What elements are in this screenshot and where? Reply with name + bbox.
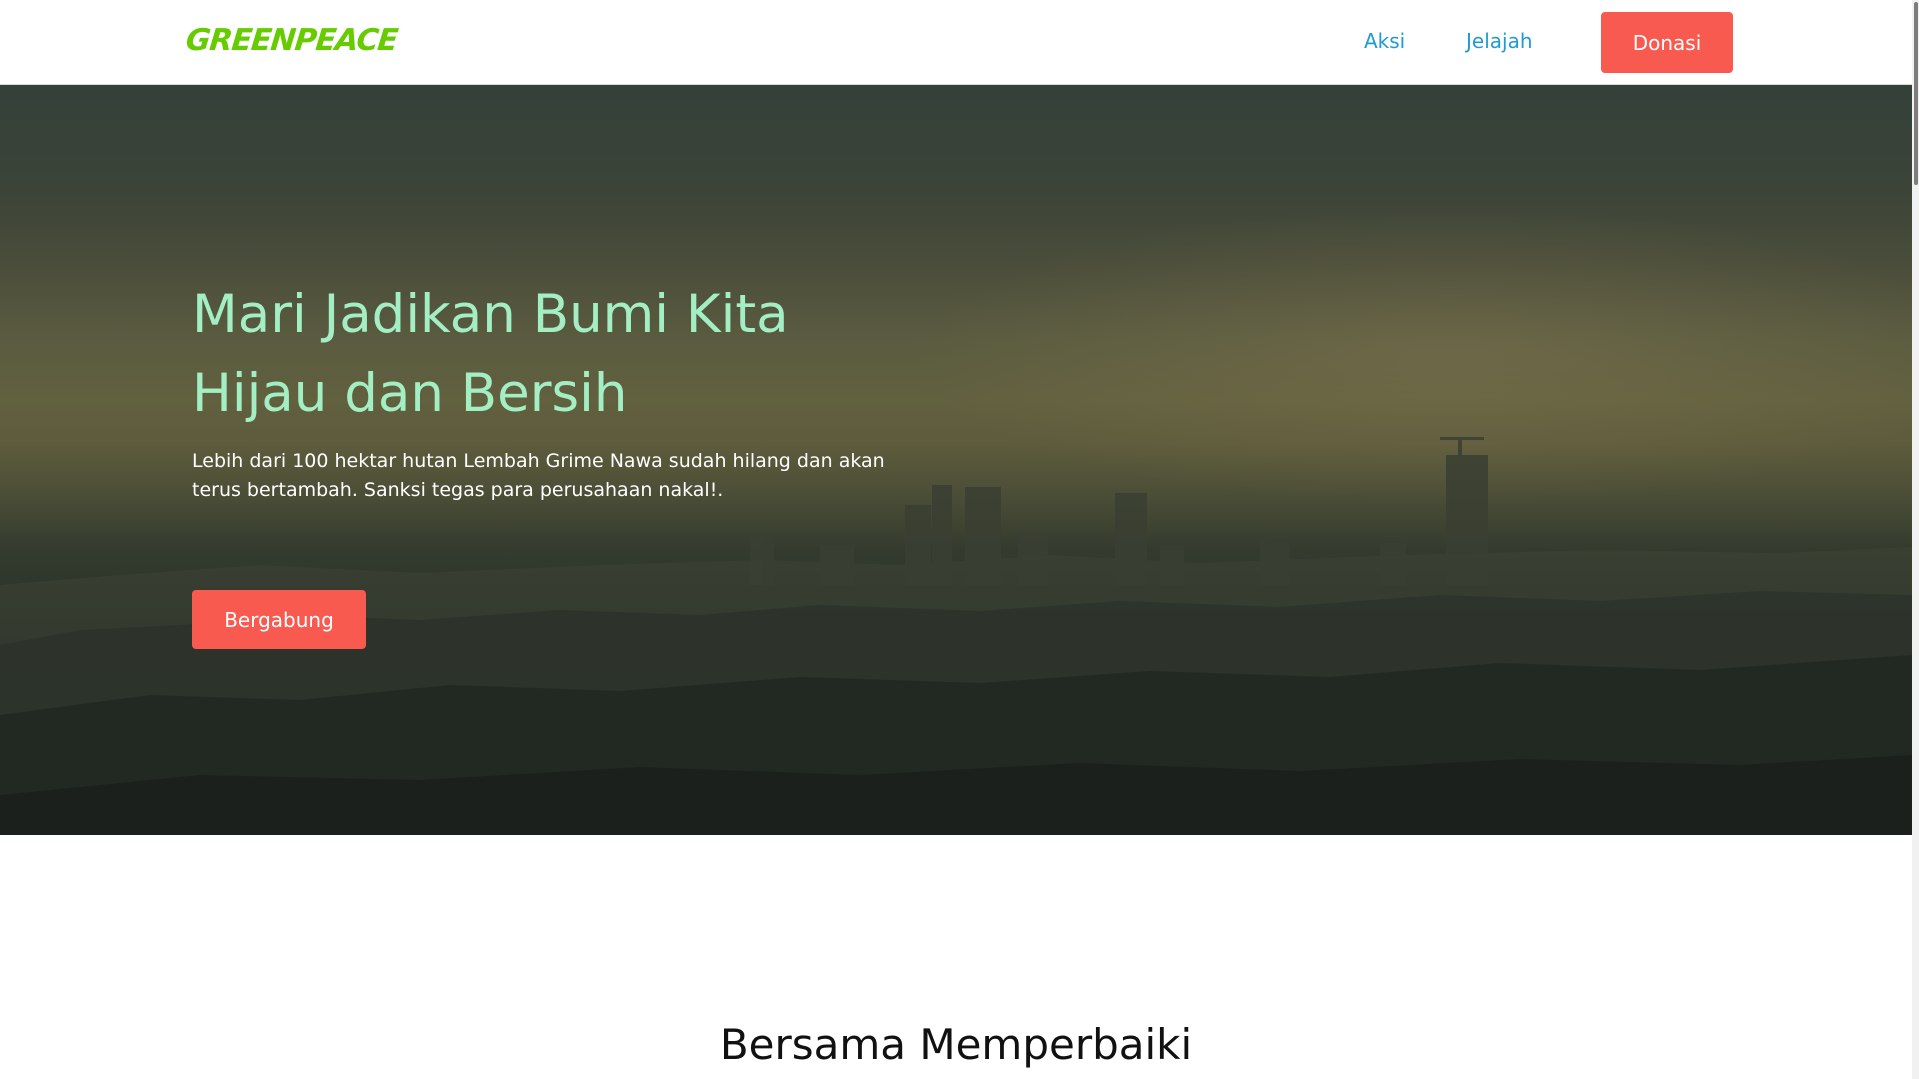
navbar: GREENPEACE Aksi Jelajah Donasi bbox=[0, 0, 1912, 85]
donate-button[interactable]: Donasi bbox=[1601, 12, 1733, 73]
join-button[interactable]: Bergabung bbox=[192, 590, 366, 649]
section-title: Bersama Memperbaiki bbox=[719, 1020, 1193, 1069]
scrollbar-thumb[interactable] bbox=[1914, 2, 1918, 185]
nav-link-aksi[interactable]: Aksi bbox=[1364, 29, 1405, 53]
greenpeace-logo[interactable]: GREENPEACE bbox=[184, 23, 399, 58]
page-scrollbar[interactable] bbox=[1912, 0, 1919, 1079]
nav-link-jelajah[interactable]: Jelajah bbox=[1466, 29, 1533, 53]
hero-description: Lebih dari 100 hektar hutan Lembah Grime… bbox=[192, 450, 885, 501]
hero-title-line-1: Mari Jadikan Bumi Kita bbox=[192, 284, 789, 345]
hero-title-line-2: Hijau dan Bersih bbox=[192, 363, 628, 424]
page: GREENPEACE Aksi Jelajah Donasi Mari Jadi… bbox=[0, 0, 1919, 1079]
hero-section: Mari Jadikan Bumi Kita Hijau dan Bersih … bbox=[0, 85, 1912, 835]
hero-title: Mari Jadikan Bumi Kita Hijau dan Bersih bbox=[192, 275, 952, 433]
